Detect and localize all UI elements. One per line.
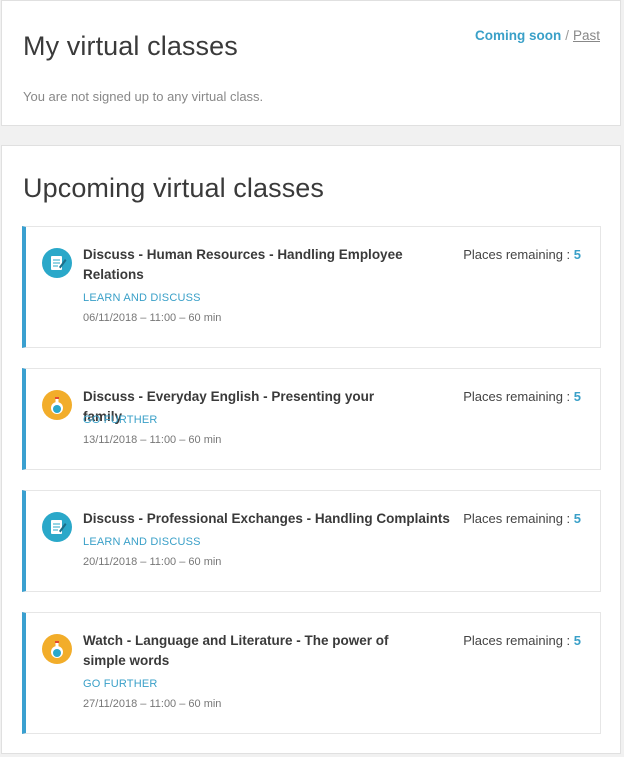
places-count: 5 bbox=[573, 633, 581, 648]
go-further-icon bbox=[42, 634, 72, 664]
discuss-icon bbox=[42, 512, 72, 542]
class-datetime: 13/11/2018 – 11:00 – 60 min bbox=[83, 434, 222, 446]
class-card[interactable]: Discuss - Everyday English - Presenting … bbox=[22, 368, 601, 470]
class-datetime: 20/11/2018 – 11:00 – 60 min bbox=[83, 556, 222, 568]
upcoming-virtual-classes-panel: Upcoming virtual classes Discuss - Human… bbox=[1, 145, 621, 754]
places-label: Places remaining : bbox=[463, 633, 574, 648]
time-filter: Coming soon / Past bbox=[475, 28, 600, 43]
class-category: GO FURTHER bbox=[83, 678, 158, 690]
my-classes-title: My virtual classes bbox=[23, 31, 238, 61]
go-further-icon bbox=[42, 390, 72, 420]
places-remaining: Places remaining : 5 bbox=[463, 509, 581, 529]
places-label: Places remaining : bbox=[463, 247, 574, 262]
places-count: 5 bbox=[573, 511, 581, 526]
places-label: Places remaining : bbox=[463, 389, 574, 404]
class-title[interactable]: Watch - Language and Literature - The po… bbox=[83, 631, 413, 671]
upcoming-classes-title: Upcoming virtual classes bbox=[23, 173, 325, 203]
places-count: 5 bbox=[573, 389, 581, 404]
class-category: LEARN AND DISCUSS bbox=[83, 536, 201, 548]
filter-coming-soon[interactable]: Coming soon bbox=[475, 28, 561, 43]
my-virtual-classes-panel: My virtual classes Coming soon / Past You … bbox=[1, 0, 621, 126]
places-remaining: Places remaining : 5 bbox=[463, 387, 581, 407]
filter-separator: / bbox=[565, 28, 569, 43]
discuss-icon bbox=[42, 248, 72, 278]
class-category: GO FURTHER bbox=[83, 414, 158, 426]
class-card[interactable]: Watch - Language and Literature - The po… bbox=[22, 612, 601, 734]
places-remaining: Places remaining : 5 bbox=[463, 631, 581, 651]
class-title[interactable]: Discuss - Human Resources - Handling Emp… bbox=[83, 245, 413, 285]
class-card[interactable]: Discuss - Professional Exchanges - Handl… bbox=[22, 490, 601, 592]
class-datetime: 06/11/2018 – 11:00 – 60 min bbox=[83, 312, 222, 324]
places-label: Places remaining : bbox=[463, 511, 574, 526]
class-card[interactable]: Discuss - Human Resources - Handling Emp… bbox=[22, 226, 601, 348]
filter-past[interactable]: Past bbox=[573, 28, 600, 43]
places-count: 5 bbox=[573, 247, 581, 262]
class-datetime: 27/11/2018 – 11:00 – 60 min bbox=[83, 698, 222, 710]
places-remaining: Places remaining : 5 bbox=[463, 245, 581, 265]
class-category: LEARN AND DISCUSS bbox=[83, 292, 201, 304]
class-title[interactable]: Discuss - Professional Exchanges - Handl… bbox=[83, 509, 453, 529]
empty-message: You are not signed up to any virtual cla… bbox=[23, 89, 264, 104]
